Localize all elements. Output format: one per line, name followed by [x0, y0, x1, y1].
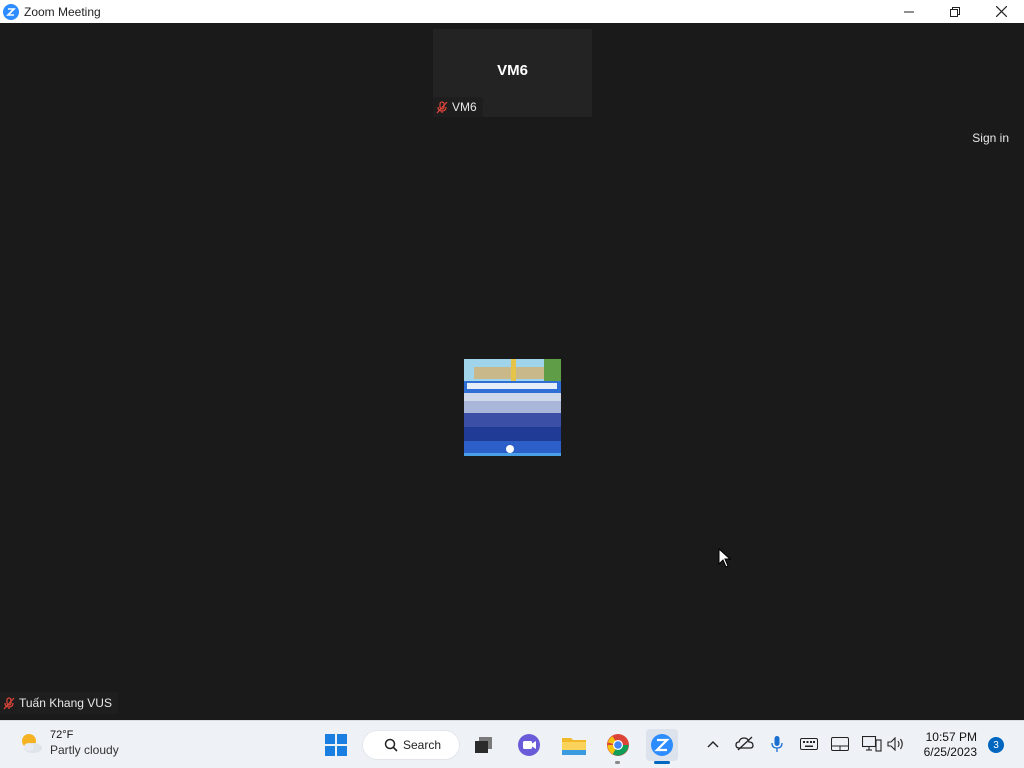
partly-cloudy-icon	[22, 734, 42, 753]
close-icon	[995, 6, 1007, 17]
meeting-stage: VM6 VM6 Sign in Tuấn Khang VUS	[0, 23, 1024, 720]
tray-overflow-button[interactable]	[702, 733, 724, 755]
chevron-up-icon	[707, 741, 719, 748]
zoom-logo-icon	[3, 3, 19, 20]
microphone-icon	[771, 736, 783, 752]
zoom-icon	[651, 734, 673, 756]
notification-badge[interactable]: 3	[988, 737, 1004, 753]
chrome-running-indicator	[615, 761, 620, 764]
weather-temperature: 72°F	[50, 729, 74, 741]
restore-button[interactable]	[932, 0, 978, 23]
file-explorer-icon	[562, 738, 586, 755]
network-icon	[862, 736, 882, 752]
chrome-icon	[607, 734, 629, 756]
self-name-label: Tuấn Khang VUS	[0, 692, 118, 714]
windows-start-icon	[325, 734, 347, 756]
chrome-button[interactable]	[602, 729, 634, 761]
clock-time: 10:57 PM	[925, 730, 977, 744]
taskbar: 72°F Partly cloudy Search 10:57 PM 6/25/…	[0, 720, 1024, 768]
microphone-tray-button[interactable]	[766, 733, 788, 755]
self-label-text: Tuấn Khang VUS	[19, 696, 112, 710]
teams-chat-button[interactable]	[513, 729, 545, 761]
minimize-button[interactable]	[886, 0, 932, 23]
start-button[interactable]	[320, 729, 352, 761]
touchpad-icon	[831, 737, 849, 751]
minimize-icon	[904, 11, 914, 12]
task-view-icon	[475, 737, 492, 753]
keyboard-tray-button[interactable]	[798, 733, 820, 755]
muted-mic-icon	[436, 100, 448, 113]
touchpad-tray-button[interactable]	[829, 733, 851, 755]
onedrive-offline-icon	[735, 736, 754, 751]
clock-date: 6/25/2023	[923, 745, 977, 759]
keyboard-icon	[800, 738, 818, 750]
volume-tray-button[interactable]	[885, 733, 907, 755]
taskbar-clock[interactable]: 10:57 PM 6/25/2023	[924, 730, 977, 760]
close-button[interactable]	[978, 0, 1024, 23]
mouse-cursor-icon	[718, 548, 732, 568]
onedrive-tray-button[interactable]	[734, 733, 756, 755]
search-icon	[384, 738, 398, 752]
zoom-active-indicator	[654, 761, 670, 764]
sign-in-link[interactable]: Sign in	[972, 131, 1009, 145]
title-bar: Zoom Meeting	[0, 0, 1024, 23]
network-tray-button[interactable]	[861, 733, 883, 755]
teams-chat-icon	[518, 734, 540, 756]
participant-name-label: VM6	[433, 97, 483, 117]
window-title: Zoom Meeting	[24, 4, 101, 19]
zoom-taskbar-button[interactable]	[646, 729, 678, 761]
search-label: Search	[403, 738, 442, 752]
participant-label-text: VM6	[452, 100, 477, 114]
participant-tile-vm6[interactable]: VM6 VM6	[433, 29, 592, 117]
volume-icon	[887, 737, 903, 751]
participant-display-name: VM6	[497, 62, 528, 79]
group-photo	[464, 359, 561, 456]
weather-widget[interactable]: 72°F Partly cloudy	[18, 728, 119, 758]
weather-condition: Partly cloudy	[50, 743, 119, 757]
muted-mic-icon	[3, 696, 15, 709]
file-explorer-button[interactable]	[558, 729, 590, 761]
taskbar-search[interactable]: Search	[362, 730, 460, 760]
restore-icon	[950, 6, 960, 17]
task-view-button[interactable]	[468, 729, 500, 761]
